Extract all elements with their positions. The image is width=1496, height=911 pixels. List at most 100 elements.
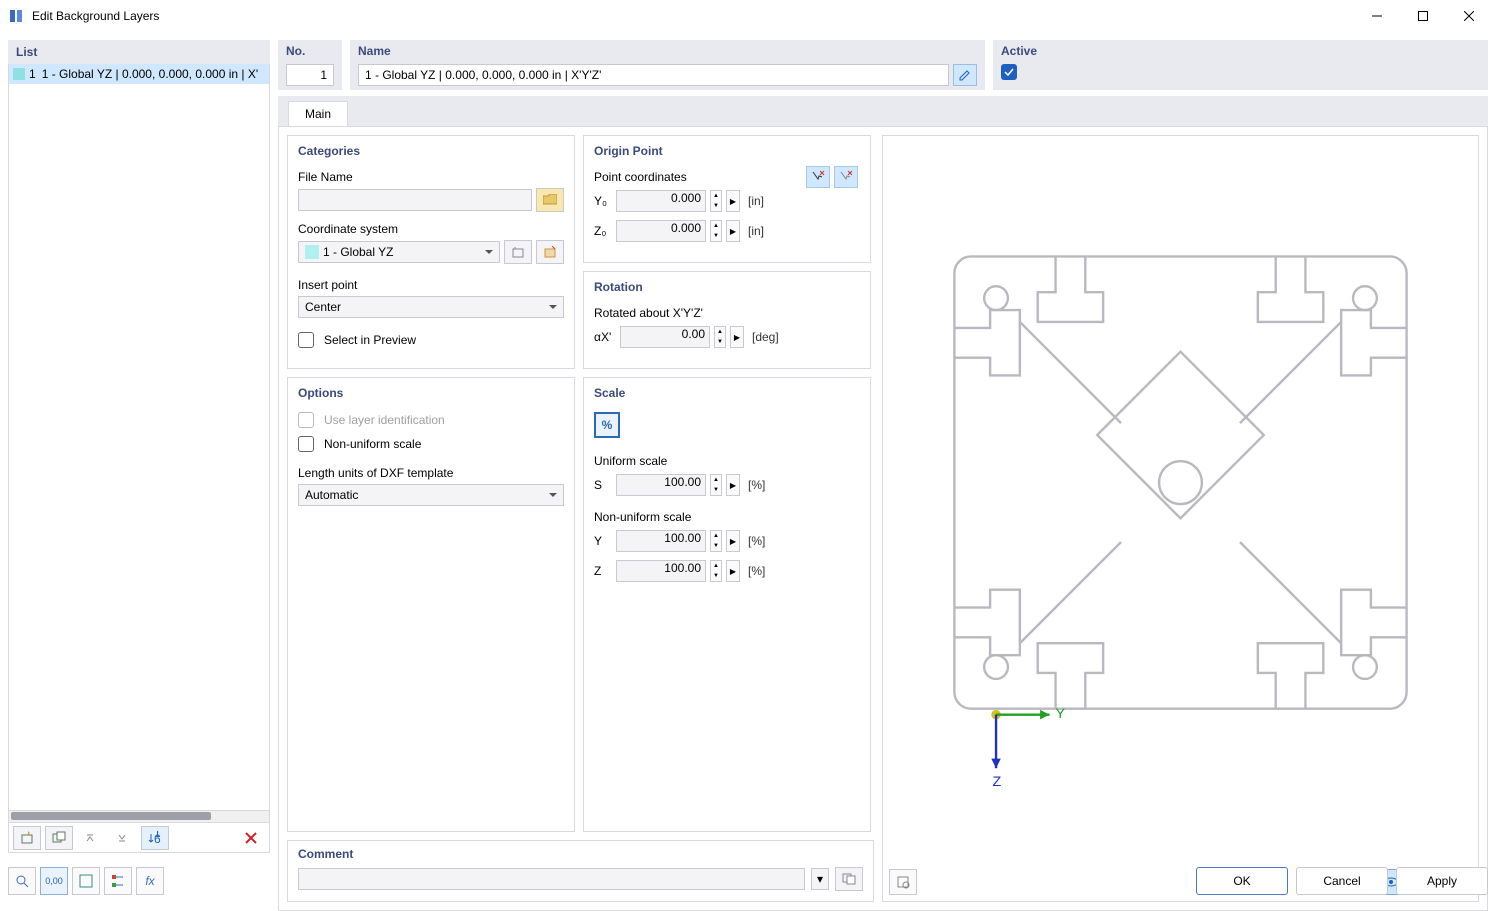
insert-point-dropdown[interactable]: Center: [298, 296, 564, 318]
tree-button[interactable]: [104, 867, 132, 895]
name-label: Name: [358, 44, 977, 58]
scale-y-unit: [%]: [748, 534, 765, 548]
list-header: List: [8, 40, 270, 64]
coord-system-value: 1 - Global YZ: [323, 245, 393, 259]
list-item[interactable]: 1 1 - Global YZ | 0.000, 0.000, 0.000 in…: [9, 64, 269, 84]
alpha-label: αX': [594, 330, 616, 344]
alpha-field[interactable]: 0.00: [620, 326, 710, 348]
length-units-dropdown[interactable]: Automatic: [298, 484, 564, 506]
z0-label: Z₀: [594, 224, 612, 238]
scale-z-menu[interactable]: ▶: [726, 560, 740, 582]
insert-point-label: Insert point: [298, 278, 564, 292]
scale-z-unit: [%]: [748, 564, 765, 578]
cancel-button[interactable]: Cancel: [1296, 867, 1388, 895]
new-item-button[interactable]: [13, 826, 41, 850]
scale-z-field[interactable]: 100.00: [616, 560, 706, 582]
origin-title: Origin Point: [594, 144, 860, 158]
s-label: S: [594, 478, 612, 492]
sort-desc-button[interactable]: [109, 826, 137, 850]
scale-z-spin[interactable]: ▲▼: [710, 560, 722, 582]
length-units-label: Length units of DXF template: [298, 466, 564, 480]
length-units-value: Automatic: [305, 488, 358, 502]
coord-edit-button[interactable]: [536, 240, 564, 264]
percent-button[interactable]: %: [594, 412, 620, 438]
list-hscroll[interactable]: [8, 811, 270, 823]
scale-y-spin[interactable]: ▲▼: [710, 530, 722, 552]
categories-title: Categories: [298, 144, 564, 158]
z0-spin[interactable]: ▲▼: [710, 220, 722, 242]
delete-item-button[interactable]: [237, 826, 265, 850]
nonuniform-label: Non-uniform scale: [324, 437, 421, 451]
file-name-field[interactable]: [298, 189, 532, 211]
maximize-button[interactable]: [1400, 0, 1446, 32]
copy-item-button[interactable]: [45, 826, 73, 850]
rotation-about-label: Rotated about X'Y'Z': [594, 306, 860, 320]
coord-library-button[interactable]: [504, 240, 532, 264]
alpha-spin[interactable]: ▲▼: [714, 326, 726, 348]
scale-y-label: Y: [594, 534, 612, 548]
list-body[interactable]: 1 1 - Global YZ | 0.000, 0.000, 0.000 in…: [8, 64, 270, 811]
s-unit: [%]: [748, 478, 765, 492]
renumber-button[interactable]: 16: [141, 826, 169, 850]
no-label: No.: [286, 44, 334, 58]
z0-menu[interactable]: ▶: [726, 220, 740, 242]
sort-asc-button[interactable]: [77, 826, 105, 850]
svg-text:6: 6: [154, 832, 161, 845]
preview-pane[interactable]: Y Z 1 2 3: [882, 135, 1479, 902]
tab-main[interactable]: Main: [288, 101, 348, 126]
layer-color-swatch: [13, 68, 25, 80]
select-preview-checkbox[interactable]: [298, 332, 314, 348]
scale-y-menu[interactable]: ▶: [726, 530, 740, 552]
axis-y-label: Y: [1056, 706, 1066, 722]
s-field[interactable]: 100.00: [616, 474, 706, 496]
scale-z-label: Z: [594, 564, 612, 578]
uniform-scale-label: Uniform scale: [594, 454, 860, 468]
list-item-text: 1 - Global YZ | 0.000, 0.000, 0.000 in |…: [42, 67, 258, 81]
y0-label: Y₀: [594, 194, 612, 208]
browse-file-button[interactable]: [536, 188, 564, 212]
z0-unit: [in]: [748, 224, 764, 238]
y0-menu[interactable]: ▶: [726, 190, 740, 212]
file-name-label: File Name: [298, 170, 564, 184]
layer-id-label: Use layer identification: [324, 413, 445, 427]
options-title: Options: [298, 386, 564, 400]
units-button[interactable]: 0,00: [40, 867, 68, 895]
nonuniform-scale-label: Non-uniform scale: [594, 510, 860, 524]
y0-unit: [in]: [748, 194, 764, 208]
y0-field[interactable]: 0.000: [616, 190, 706, 212]
scale-y-field[interactable]: 100.00: [616, 530, 706, 552]
alpha-unit: [deg]: [752, 330, 779, 344]
close-button[interactable]: [1446, 0, 1492, 32]
scale-title: Scale: [594, 386, 860, 400]
apply-button[interactable]: Apply: [1396, 867, 1488, 895]
s-menu[interactable]: ▶: [726, 474, 740, 496]
grid-button[interactable]: [72, 867, 100, 895]
app-icon: [8, 8, 24, 24]
name-field[interactable]: 1 - Global YZ | 0.000, 0.000, 0.000 in |…: [358, 64, 949, 86]
no-field[interactable]: 1: [286, 64, 334, 86]
minimize-button[interactable]: [1354, 0, 1400, 32]
edit-name-button[interactable]: [953, 64, 977, 86]
window-title: Edit Background Layers: [32, 9, 159, 23]
fx-button[interactable]: fx: [136, 867, 164, 895]
active-checkbox[interactable]: [1001, 64, 1017, 80]
y0-spin[interactable]: ▲▼: [710, 190, 722, 212]
nonuniform-checkbox[interactable]: [298, 436, 314, 452]
rotation-title: Rotation: [594, 280, 860, 294]
help-button[interactable]: [8, 867, 36, 895]
select-preview-label: Select in Preview: [324, 333, 416, 347]
comment-title: Comment: [298, 847, 863, 861]
axis-z-label: Z: [992, 774, 1001, 790]
coord-swatch: [305, 245, 319, 259]
layer-id-checkbox: [298, 412, 314, 428]
pick-point-button-1[interactable]: [806, 166, 830, 188]
ok-button[interactable]: OK: [1196, 867, 1288, 895]
s-spin[interactable]: ▲▼: [710, 474, 722, 496]
coord-system-dropdown[interactable]: 1 - Global YZ: [298, 241, 500, 263]
coord-system-label: Coordinate system: [298, 222, 564, 236]
z0-field[interactable]: 0.000: [616, 220, 706, 242]
alpha-menu[interactable]: ▶: [730, 326, 744, 348]
active-label: Active: [1001, 44, 1480, 58]
pick-point-button-2[interactable]: [834, 166, 858, 188]
list-item-num: 1: [29, 67, 36, 81]
